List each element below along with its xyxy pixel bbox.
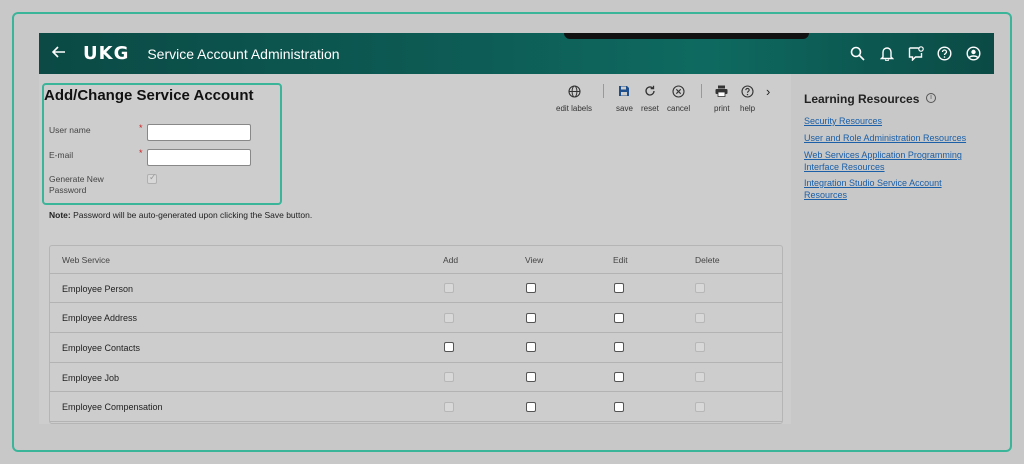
reset-label: reset — [641, 104, 659, 113]
toolbar-divider — [701, 84, 702, 98]
toolbar-divider — [603, 84, 604, 98]
chat-icon[interactable] — [907, 45, 924, 62]
globe-icon — [567, 84, 581, 98]
bell-icon[interactable] — [878, 45, 895, 62]
help-circle-icon — [741, 84, 754, 98]
table-row-label: Employee Address — [62, 313, 138, 323]
cancel-icon — [672, 84, 685, 98]
print-button[interactable]: print — [714, 83, 730, 113]
col-header-edit: Edit — [613, 255, 628, 265]
view-checkbox[interactable] — [526, 283, 536, 293]
delete-checkbox — [695, 283, 705, 293]
link-line: Interface Resources — [804, 162, 885, 172]
row-divider — [50, 273, 782, 274]
required-mark: * — [139, 123, 143, 133]
overlay-strip — [564, 33, 809, 39]
edit-checkbox[interactable] — [614, 313, 624, 323]
back-button[interactable] — [39, 45, 79, 63]
ukg-logo: UKG — [83, 43, 130, 64]
row-divider — [50, 391, 782, 392]
page-title: Add/Change Service Account — [44, 87, 254, 104]
view-checkbox[interactable] — [526, 342, 536, 352]
edit-labels-button[interactable]: edit labels — [556, 83, 592, 113]
link-security-resources[interactable]: Security Resources — [804, 115, 882, 127]
save-icon — [619, 86, 630, 96]
col-header-delete: Delete — [695, 255, 720, 265]
chevron-right-icon: › — [766, 83, 771, 99]
edit-checkbox[interactable] — [614, 372, 624, 382]
add-checkbox — [444, 283, 454, 293]
save-button[interactable]: save — [616, 83, 633, 113]
note-text: Password will be auto-generated upon cli… — [70, 210, 313, 220]
top-navigation-bar: UKG Service Account Administration — [39, 33, 994, 74]
username-input[interactable] — [147, 124, 251, 141]
row-divider — [50, 332, 782, 333]
table-row-label: Employee Compensation — [62, 402, 163, 412]
add-checkbox — [444, 372, 454, 382]
add-checkbox — [444, 402, 454, 412]
edit-checkbox[interactable] — [614, 402, 624, 412]
cancel-label: cancel — [667, 104, 691, 113]
row-divider — [50, 362, 782, 363]
edit-checkbox[interactable] — [614, 283, 624, 293]
link-integration-studio-resources[interactable]: Integration Studio Service Account Resou… — [804, 177, 942, 201]
add-checkbox — [444, 313, 454, 323]
generate-password-label-line1: Generate New — [49, 174, 104, 184]
info-icon[interactable]: i — [926, 93, 936, 103]
row-divider — [50, 421, 782, 422]
view-checkbox[interactable] — [526, 313, 536, 323]
generate-password-checkbox[interactable] — [147, 172, 157, 184]
arrow-left-icon — [51, 45, 65, 58]
delete-checkbox — [695, 372, 705, 382]
help-icon[interactable] — [936, 45, 953, 62]
print-icon — [715, 85, 728, 97]
table-row-label: Employee Person — [62, 284, 134, 294]
generate-password-label-line2: Password — [49, 185, 87, 195]
web-services-table — [49, 245, 783, 424]
edit-checkbox[interactable] — [614, 342, 624, 352]
add-checkbox[interactable] — [444, 342, 454, 352]
view-checkbox[interactable] — [526, 372, 536, 382]
delete-checkbox — [695, 342, 705, 352]
username-label: User name — [49, 125, 91, 135]
table-row-label: Employee Job — [62, 373, 120, 383]
user-icon[interactable] — [965, 45, 982, 62]
link-user-role-admin-resources[interactable]: User and Role Administration Resources — [804, 132, 966, 144]
help-button[interactable]: help — [740, 83, 755, 113]
link-line: User and Role Administration Resources — [804, 133, 967, 143]
print-label: print — [714, 104, 730, 113]
save-label: save — [616, 104, 633, 113]
cancel-button[interactable]: cancel — [667, 83, 690, 113]
reset-icon — [645, 85, 655, 96]
edit-labels-label: edit labels — [556, 104, 593, 113]
learning-resources-title: Learning Resources — [804, 92, 920, 106]
view-checkbox[interactable] — [526, 402, 536, 412]
link-line: Web Services Application Programming — [804, 150, 962, 160]
toolbar-more-button[interactable]: › — [766, 83, 770, 99]
delete-checkbox — [695, 313, 705, 323]
table-row-label: Employee Contacts — [62, 343, 141, 353]
password-note: Note: Password will be auto-generated up… — [49, 210, 312, 220]
col-header-web-service: Web Service — [62, 255, 111, 265]
delete-checkbox — [695, 402, 705, 412]
col-header-add: Add — [443, 255, 459, 265]
email-input[interactable] — [147, 149, 251, 166]
reset-button[interactable]: reset — [641, 83, 659, 113]
help-label: help — [740, 104, 756, 113]
link-web-services-api-resources[interactable]: Web Services Application Programming Int… — [804, 149, 962, 173]
link-line: Integration Studio Service Account — [804, 178, 942, 188]
note-prefix: Note: — [49, 210, 71, 220]
link-line: Security Resources — [804, 116, 883, 126]
link-line: Resources — [804, 190, 848, 200]
search-icon[interactable] — [849, 45, 866, 62]
row-divider — [50, 302, 782, 303]
email-label: E-mail — [49, 150, 74, 160]
col-header-view: View — [525, 255, 544, 265]
required-mark: * — [139, 148, 143, 158]
app-title: Service Account Administration — [147, 45, 340, 62]
